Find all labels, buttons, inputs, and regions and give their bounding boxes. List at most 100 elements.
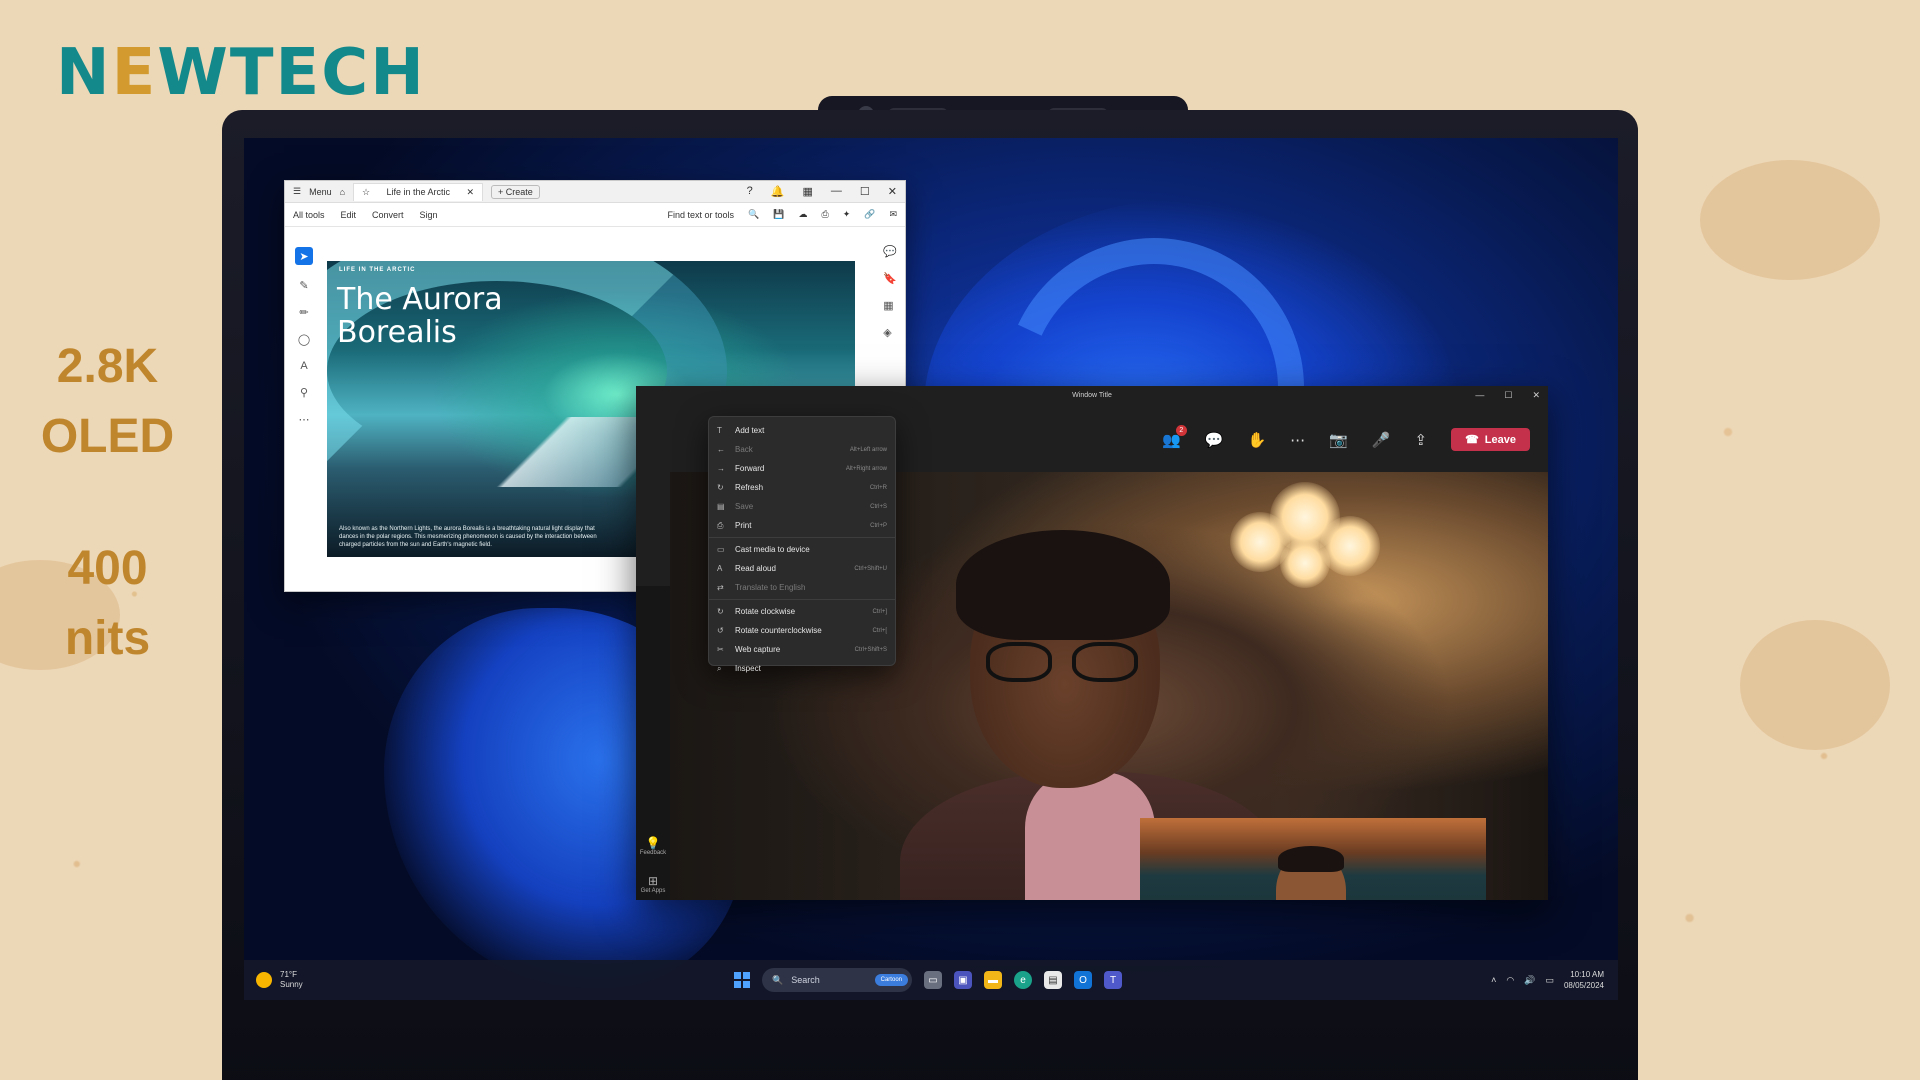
thumbnails-icon[interactable]: ▦ [883, 299, 897, 312]
taskbar-search[interactable]: 🔍 Search Cartoon [762, 968, 912, 992]
background-blob [1700, 160, 1880, 280]
print-icon[interactable]: ⎙ [821, 209, 828, 220]
battery-icon[interactable]: ▭ [1545, 975, 1554, 986]
context-menu-item: ▤ Save Ctrl+S [709, 497, 895, 516]
upload-cloud-icon[interactable]: ☁ [798, 209, 807, 220]
create-button[interactable]: + Create [491, 184, 540, 199]
highlight-pen-icon[interactable]: ✏ [299, 306, 308, 319]
bell-icon[interactable]: 🔔 [771, 185, 785, 198]
document-tab[interactable]: ☆ Life in the Arctic ✕ [353, 182, 484, 201]
speaker-icon[interactable]: 🔊 [1524, 975, 1535, 986]
context-menu-item[interactable]: ▭ Cast media to device [709, 540, 895, 559]
share-screen-icon[interactable]: ⇪ [1415, 431, 1428, 449]
save-icon[interactable]: 💾 [773, 209, 784, 220]
more-options-icon[interactable]: ⋯ [1290, 431, 1305, 449]
back-icon: ← [717, 445, 725, 454]
apps-grid-icon[interactable]: ▦ [803, 185, 813, 198]
task-view-icon[interactable]: ▭ [924, 971, 942, 989]
hamburger-menu-icon[interactable]: ☰ [293, 186, 301, 197]
weather-text: 71°F Sunny [280, 970, 303, 990]
store-icon[interactable]: ▤ [1044, 971, 1062, 989]
microphone-icon[interactable]: 🎤 [1372, 431, 1391, 449]
context-menu-item[interactable]: ↺ Rotate counterclockwise Ctrl+[ [709, 621, 895, 640]
chat-icon[interactable]: 💬 [1205, 431, 1224, 449]
get-apps-label: Get Apps [640, 888, 666, 894]
teams-chat-icon[interactable]: ▣ [954, 971, 972, 989]
feedback-button[interactable]: 💡 Feedback [636, 836, 670, 856]
search-icon[interactable]: 🔍 [748, 209, 759, 220]
lamp-light [1280, 538, 1330, 588]
comments-icon[interactable]: 💬 [883, 245, 897, 258]
stamp-icon[interactable]: ⚲ [300, 386, 308, 399]
help-icon[interactable]: ? [747, 185, 753, 198]
weather-condition: Sunny [280, 980, 303, 989]
context-menu-item[interactable]: ⎙ Print Ctrl+P [709, 516, 895, 535]
context-menu-item[interactable]: ↻ Refresh Ctrl+R [709, 478, 895, 497]
background-blob [1740, 620, 1890, 750]
maximize-button[interactable]: ☐ [1504, 390, 1512, 401]
raise-hand-icon[interactable]: ✋ [1247, 431, 1266, 449]
outlook-icon[interactable]: O [1074, 971, 1092, 989]
home-icon[interactable]: ⌂ [340, 187, 345, 197]
camera-off-icon[interactable]: 📷 [1329, 431, 1348, 449]
minimize-button[interactable]: — [1475, 390, 1484, 401]
document-title: The Aurora Borealis [337, 283, 503, 349]
chevron-up-icon[interactable]: ˄ [1491, 975, 1496, 985]
participants-icon[interactable]: 👥 2 [1162, 424, 1187, 449]
context-menu-label: Translate to English [735, 583, 806, 592]
close-window-button[interactable]: ✕ [888, 185, 897, 198]
context-menu-item[interactable]: → Forward Alt+Right arrow [709, 459, 895, 478]
maximize-button[interactable]: ☐ [860, 185, 870, 198]
logo-text-accent: E [111, 36, 158, 110]
layers-icon[interactable]: ◈ [883, 326, 897, 339]
context-menu-item[interactable]: ⌕ Inspect [709, 659, 895, 678]
context-menu-item: ← Back Alt+Left arrow [709, 440, 895, 459]
context-menu-item[interactable]: A Read aloud Ctrl+Shift+U [709, 559, 895, 578]
get-apps-button[interactable]: ⊞ Get Apps [636, 874, 670, 894]
file-explorer-icon[interactable]: ▬ [984, 971, 1002, 989]
ai-assistant-icon[interactable]: ✦ [843, 209, 851, 220]
close-tab-icon[interactable]: ✕ [466, 187, 474, 198]
minimize-button[interactable]: — [831, 185, 842, 198]
toolbar-all-tools[interactable]: All tools [293, 210, 325, 220]
context-menu-item[interactable]: ✂ Web capture Ctrl+Shift+S [709, 640, 895, 659]
bookmark-icon[interactable]: 🔖 [883, 272, 897, 285]
text-select-icon[interactable]: A [300, 360, 307, 372]
weather-widget[interactable]: 71°F Sunny [256, 970, 303, 990]
toolbar-edit[interactable]: Edit [341, 210, 357, 220]
window-controls: ? 🔔 ▦ — ☐ ✕ [747, 185, 897, 198]
edge-browser-icon[interactable]: e [1014, 971, 1032, 989]
windows-start-icon[interactable] [734, 972, 750, 988]
document-title-line2: Borealis [337, 315, 457, 350]
windows-taskbar: 71°F Sunny 🔍 Search Cartoon ▭ ▣ ▬ e ▤ O … [244, 960, 1618, 1000]
link-icon[interactable]: 🔗 [864, 209, 875, 220]
context-menu-shortcut: Ctrl+R [869, 484, 887, 491]
self-view-video[interactable] [1140, 818, 1486, 900]
star-icon[interactable]: ☆ [362, 187, 370, 198]
context-menu-item[interactable]: ↻ Rotate clockwise Ctrl+] [709, 602, 895, 621]
spec-resolution: 2.8K [56, 340, 159, 393]
more-tools-icon[interactable]: ⋯ [299, 413, 310, 426]
toolbar-convert[interactable]: Convert [372, 210, 404, 220]
context-menu-label: Print [735, 521, 752, 530]
teams-title-bar: Window Title — ☐ ✕ [636, 386, 1548, 404]
leave-button[interactable]: ☎ Leave [1451, 428, 1530, 451]
search-highlight-pill[interactable]: Cartoon [874, 974, 908, 986]
toolbar-sign[interactable]: Sign [420, 210, 438, 220]
acrobat-toolbar: All tools Edit Convert Sign Find text or… [285, 203, 905, 227]
wifi-icon[interactable]: ◠ [1506, 975, 1514, 986]
comment-add-icon[interactable]: ✎ [299, 279, 308, 292]
select-cursor-icon[interactable]: ➤ [295, 247, 313, 265]
find-tools-field[interactable]: Find text or tools [668, 210, 735, 220]
teams-icon[interactable]: T [1104, 971, 1122, 989]
lasso-icon[interactable]: ◯ [298, 333, 310, 346]
print-icon: ⎙ [717, 520, 724, 530]
close-window-button[interactable]: ✕ [1532, 390, 1540, 401]
context-menu-shortcut: Alt+Left arrow [849, 446, 887, 453]
capture-icon: ✂ [717, 645, 724, 654]
menu-label[interactable]: Menu [309, 187, 332, 197]
apps-icon: ⊞ [647, 874, 659, 888]
context-menu-item[interactable]: T Add text [709, 421, 895, 440]
mail-icon[interactable]: ✉ [889, 209, 897, 220]
clock[interactable]: 10:10 AM 08/05/2024 [1564, 969, 1604, 991]
